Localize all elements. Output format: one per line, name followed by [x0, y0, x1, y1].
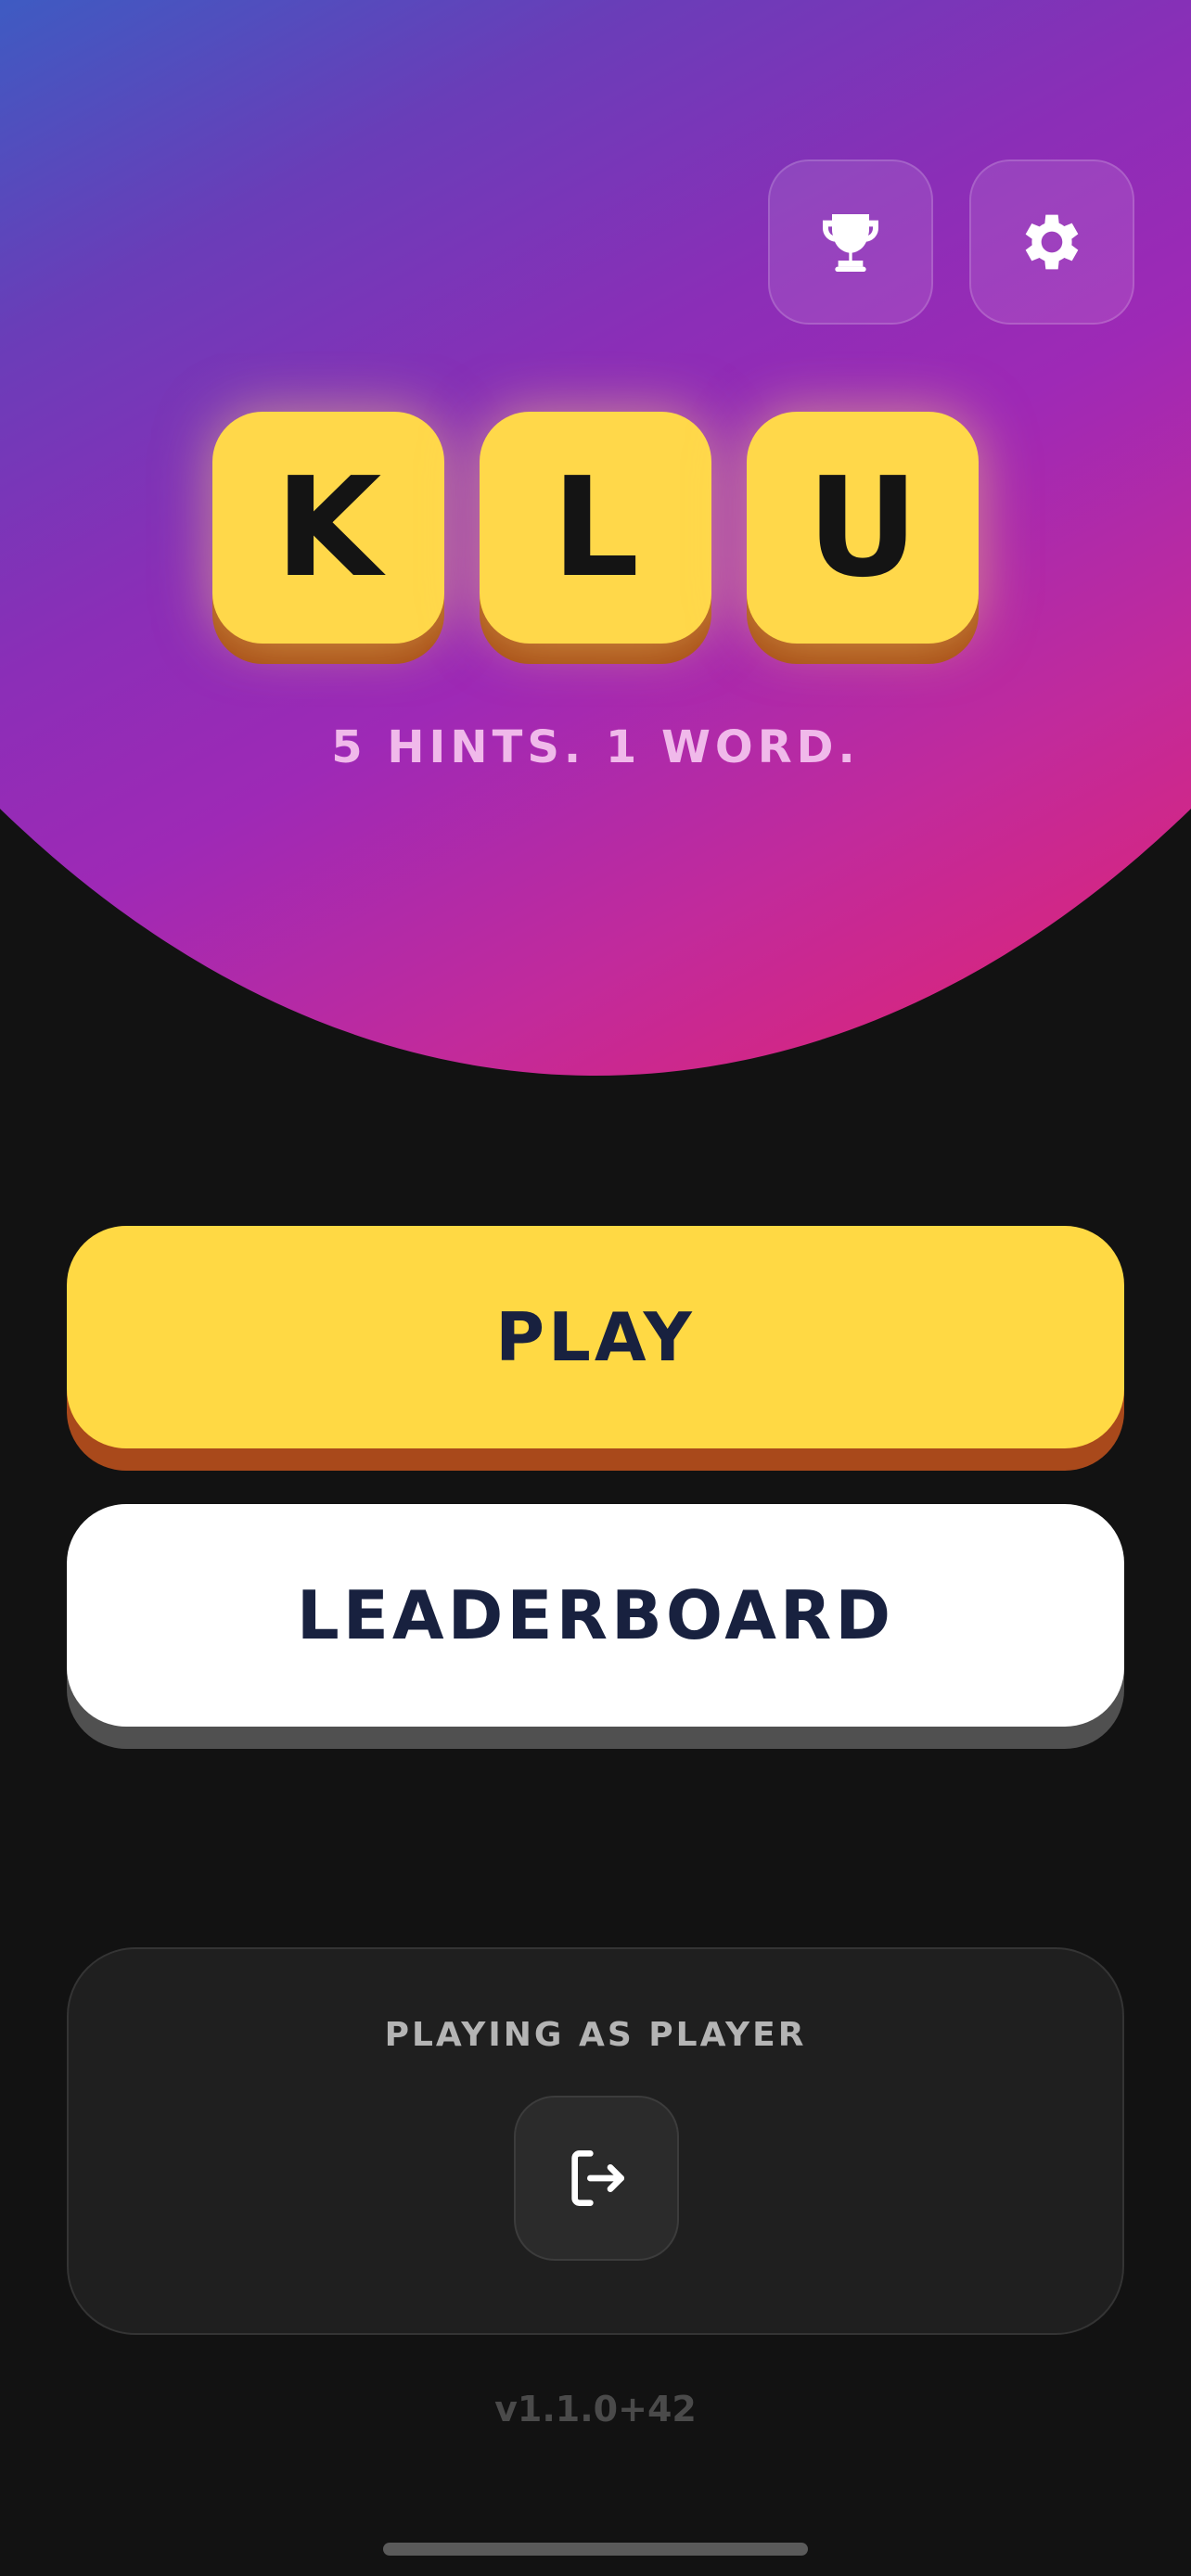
home-indicator[interactable]	[383, 2543, 808, 2556]
logo-letter: L	[480, 412, 711, 644]
leaderboard-button[interactable]: LEADERBOARD	[67, 1504, 1124, 1749]
player-card: PLAYING AS PLAYER	[67, 1947, 1124, 2335]
logout-icon	[571, 2150, 624, 2206]
settings-button[interactable]	[969, 159, 1134, 325]
trophy-icon	[823, 214, 878, 272]
play-button[interactable]: PLAY	[67, 1226, 1124, 1471]
trophy-button[interactable]	[768, 159, 933, 325]
logo-tile: K	[212, 412, 444, 664]
play-button-label: PLAY	[67, 1226, 1124, 1448]
tagline: 5 HINTS. 1 WORD.	[331, 721, 860, 773]
gear-icon	[1025, 214, 1079, 270]
version-label: v1.1.0+42	[494, 2389, 697, 2429]
leaderboard-button-label: LEADERBOARD	[67, 1504, 1124, 1727]
logout-button[interactable]	[514, 2096, 679, 2261]
logo-letter: K	[212, 412, 444, 644]
player-label: PLAYING AS PLAYER	[384, 2016, 807, 2054]
logo: K L U	[0, 412, 1191, 664]
logo-tile: U	[747, 412, 979, 664]
logo-tile: L	[480, 412, 711, 664]
logo-letter: U	[747, 412, 979, 644]
home-screen: K L U 5 HINTS. 1 WORD. PLAY LEADERBOARD …	[0, 0, 1191, 2576]
